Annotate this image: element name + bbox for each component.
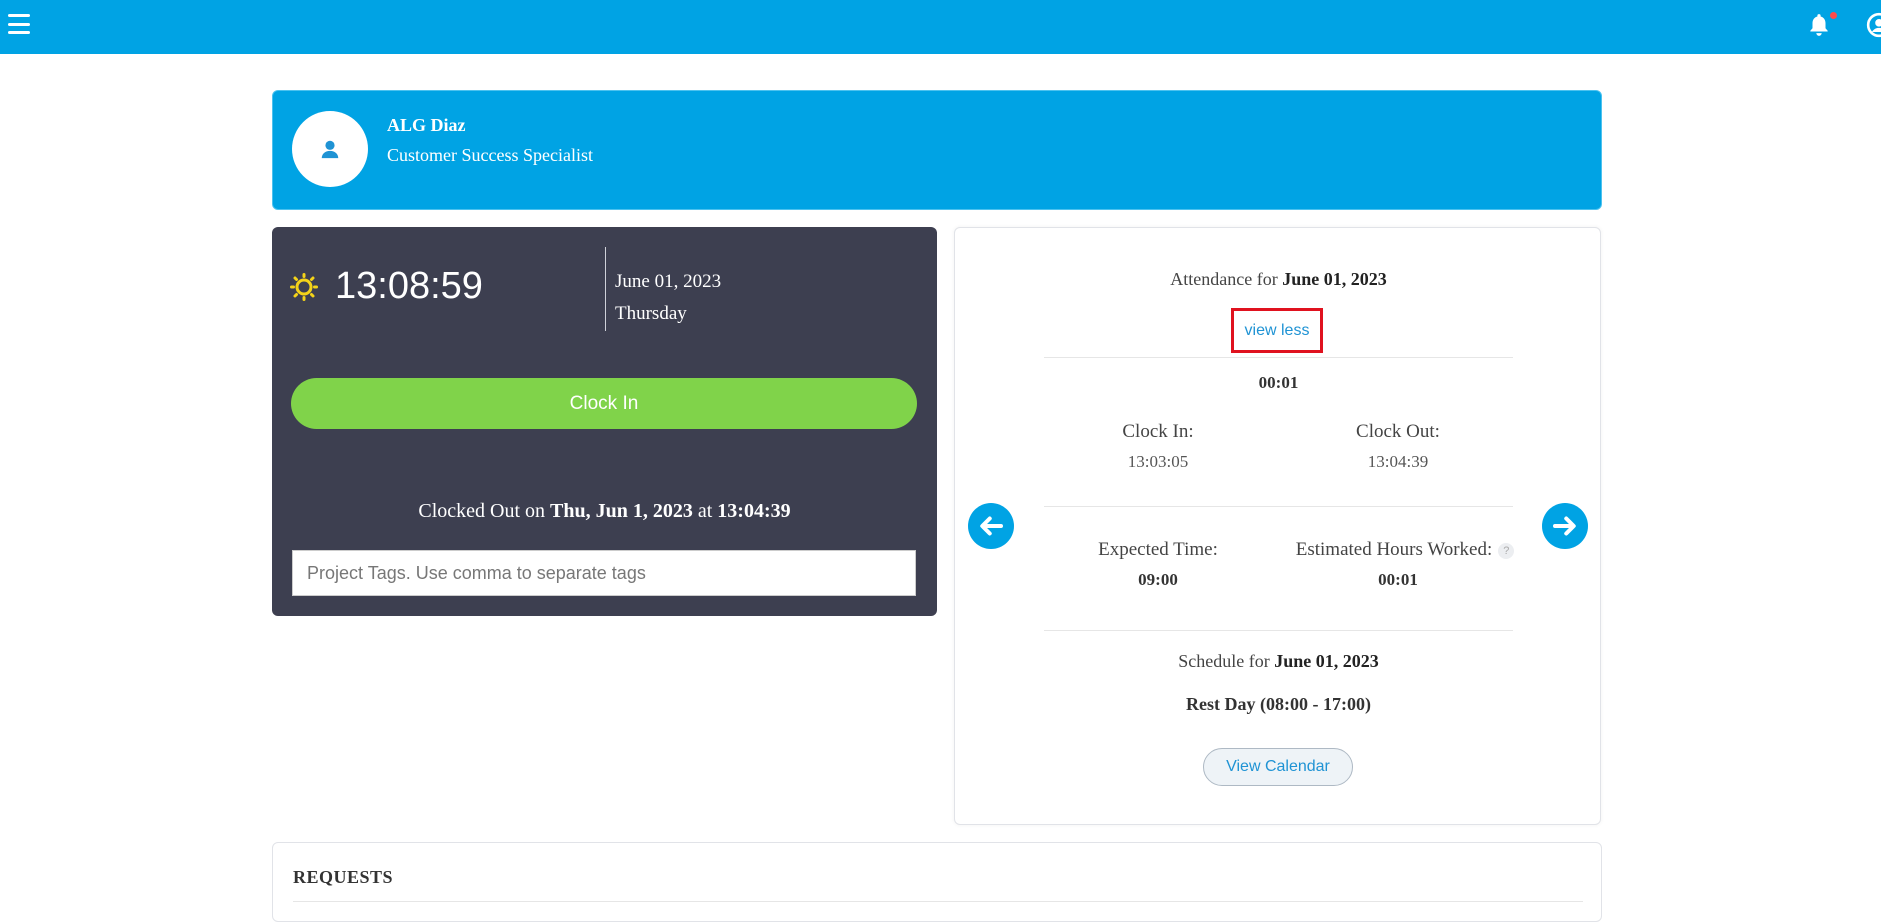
view-calendar-button[interactable]: View Calendar <box>1203 748 1353 786</box>
divider <box>293 901 1583 902</box>
divider <box>1044 630 1513 631</box>
schedule-title: Schedule for June 01, 2023 <box>1178 651 1379 671</box>
clock-in-value: 13:03:05 <box>1127 452 1189 471</box>
estimated-hours-value: 00:01 <box>1378 570 1418 589</box>
profile-name: ALG Diaz <box>387 115 466 135</box>
current-date: June 01, 2023 <box>615 271 722 292</box>
bell-icon[interactable] <box>1806 12 1832 38</box>
attendance-duration: 00:01 <box>1258 373 1299 392</box>
user-circle-icon[interactable] <box>1866 12 1881 38</box>
clock-in-button[interactable]: Clock In <box>291 378 917 429</box>
attendance-title: Attendance for June 01, 2023 <box>1170 269 1387 289</box>
arrow-left-circle-icon[interactable] <box>968 503 1014 549</box>
vertical-divider <box>605 247 606 331</box>
sun-icon <box>290 273 318 301</box>
top-navbar <box>0 0 1881 54</box>
clock-out-label: Clock Out: <box>1356 421 1440 442</box>
profile-role: Customer Success Specialist <box>387 145 593 165</box>
current-day: Thursday <box>615 303 687 324</box>
clocked-out-status: Clocked Out on Thu, Jun 1, 2023 at 13:04… <box>272 500 937 523</box>
attendance-card: Attendance for June 01, 2023 view less 0… <box>954 227 1601 825</box>
clocked-out-date: Thu, Jun 1, 2023 <box>550 500 693 522</box>
avatar <box>292 111 368 187</box>
requests-card: REQUESTS <box>272 842 1602 922</box>
project-tags-input[interactable] <box>292 550 916 596</box>
profile-card: ALG Diaz Customer Success Specialist <box>272 90 1602 210</box>
divider <box>1044 357 1513 358</box>
estimated-hours-label: Estimated Hours Worked:? <box>1265 539 1545 561</box>
notification-dot <box>1830 12 1837 19</box>
schedule-value: Rest Day (08:00 - 17:00) <box>1186 694 1371 714</box>
current-time: 13:08:59 <box>335 265 483 307</box>
view-less-link[interactable]: view less <box>1231 308 1323 353</box>
clocked-out-prefix: Clocked Out on <box>418 500 546 522</box>
help-icon[interactable]: ? <box>1498 542 1515 559</box>
expected-time-value: 09:00 <box>1138 570 1178 589</box>
clock-in-label: Clock In: <box>1122 421 1194 442</box>
clocked-out-time: 13:04:39 <box>717 500 791 522</box>
clock-card: 13:08:59 June 01, 2023 Thursday Clock In… <box>272 227 937 616</box>
divider <box>1044 506 1513 507</box>
user-icon <box>321 140 339 159</box>
clock-out-value: 13:04:39 <box>1367 452 1429 471</box>
hamburger-menu-icon[interactable] <box>8 14 30 34</box>
requests-title: REQUESTS <box>293 867 394 887</box>
expected-time-label: Expected Time: <box>1098 539 1218 560</box>
arrow-right-circle-icon[interactable] <box>1542 503 1588 549</box>
clocked-out-at: at <box>697 500 713 522</box>
